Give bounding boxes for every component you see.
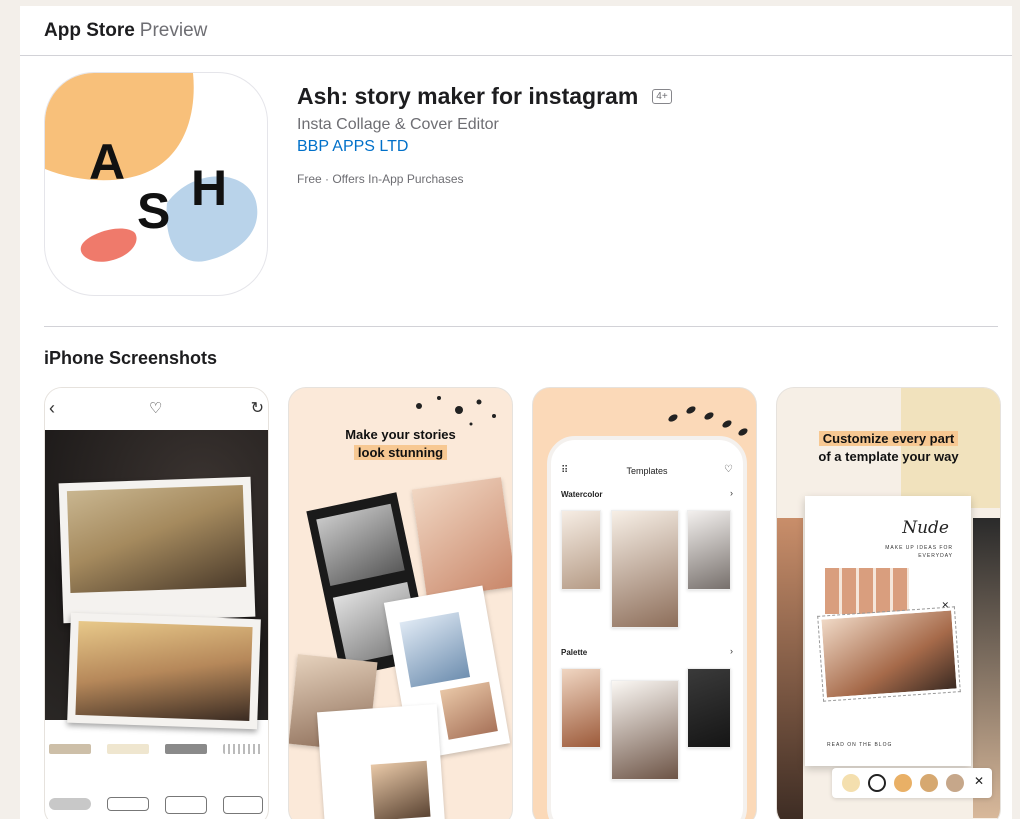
palette-section-label: Palette	[561, 648, 588, 657]
shape-sticker	[165, 796, 207, 814]
color-palette-bar[interactable]: ✕	[832, 768, 992, 798]
shot4-caption-line2: of a template your way	[818, 449, 959, 464]
template-thumbnail[interactable]	[561, 668, 601, 748]
heart-icon[interactable]: ♡	[724, 464, 733, 475]
shot2-caption-line2: look stunning	[353, 445, 448, 460]
screenshots-section-title: iPhone Screenshots	[44, 348, 218, 368]
polaroid-photo-1	[58, 476, 256, 624]
developer-link[interactable]: BBP APPS LTD	[297, 138, 408, 156]
shot4-caption: Customize every part of a template your …	[777, 430, 1000, 466]
color-swatch[interactable]	[894, 774, 912, 792]
app-info: Ash: story maker for instagram 4+ Insta …	[297, 72, 672, 296]
makeup-swatch-photo	[825, 568, 909, 614]
shape-sticker	[223, 796, 263, 814]
side-photo-left	[777, 518, 803, 819]
top-header: App Store Preview	[20, 6, 1012, 56]
back-arrow-icon: ‹	[49, 398, 55, 418]
poster-title: Nude	[902, 518, 949, 538]
template-thumbnail[interactable]	[687, 668, 731, 748]
editor-canvas	[45, 430, 268, 730]
color-swatch[interactable]	[946, 774, 964, 792]
color-swatch[interactable]	[920, 774, 938, 792]
screenshot-2[interactable]: Make your stories look stunning	[288, 387, 513, 819]
icon-letter-s: S	[137, 183, 170, 239]
portrait-photo	[817, 606, 961, 702]
close-icon[interactable]: ✕	[941, 600, 949, 611]
app-subtitle: Insta Collage & Cover Editor	[297, 116, 499, 133]
tape-sticker	[223, 744, 263, 754]
price-line: Free · Offers In-App Purchases	[297, 172, 464, 186]
app-icon: A S H	[44, 72, 268, 296]
screenshot-1[interactable]: ‹ ♡ ↻	[44, 387, 269, 819]
templates-screen-title: Templates	[626, 466, 668, 476]
tape-sticker	[107, 744, 149, 754]
chevron-right-icon[interactable]: ›	[730, 488, 733, 498]
shot2-caption-line1: Make your stories	[345, 427, 456, 442]
refresh-icon: ↻	[250, 400, 264, 417]
template-thumbnail[interactable]	[561, 510, 601, 590]
watercolor-section-label: Watercolor	[561, 490, 603, 499]
chevron-right-icon[interactable]: ›	[730, 646, 733, 656]
polaroid-photo-2	[67, 612, 261, 730]
tape-sticker	[165, 744, 207, 754]
template-thumbnail[interactable]	[611, 680, 679, 780]
app-store-brand[interactable]: App Store	[44, 20, 135, 42]
tape-sticker	[49, 744, 91, 754]
heart-icon: ♡	[149, 400, 163, 417]
screenshot-4[interactable]: Customize every part of a template your …	[776, 387, 1001, 819]
template-poster: Nude MAKE UP IDEAS FOR EVERYDAY ✕ READ O…	[805, 496, 971, 766]
template-thumbnail[interactable]	[687, 510, 731, 590]
template-thumbnail[interactable]	[611, 510, 679, 628]
close-palette-icon[interactable]: ✕	[974, 774, 984, 788]
shot4-caption-line1: Customize every part	[818, 431, 959, 446]
template-card	[316, 703, 446, 819]
color-swatch-selected[interactable]	[868, 774, 886, 792]
screenshot-3[interactable]: ⠿ Templates ♡ Watercolor › Palette ›	[532, 387, 757, 819]
section-divider	[44, 326, 998, 327]
shape-sticker	[49, 798, 91, 810]
editor-topbar: ‹ ♡ ↻	[45, 388, 268, 430]
color-swatch[interactable]	[842, 774, 860, 792]
screenshots-gallery[interactable]: ‹ ♡ ↻ Make your stories look stunning ⠿ …	[44, 387, 1001, 819]
phone-frame: ⠿ Templates ♡ Watercolor › Palette ›	[547, 436, 747, 819]
age-rating-badge: 4+	[652, 89, 672, 104]
app-title: Ash: story maker for instagram	[297, 83, 639, 109]
poster-footer: READ ON THE BLOG	[827, 742, 893, 748]
shape-sticker	[107, 797, 149, 811]
app-store-preview-page: App Store Preview A S H Ash: story maker…	[20, 6, 1012, 819]
poster-tagline: MAKE UP IDEAS FOR EVERYDAY	[885, 545, 953, 559]
app-header: A S H Ash: story maker for instagram 4+ …	[44, 72, 672, 296]
icon-letter-h: H	[191, 160, 227, 216]
icon-letter-a: A	[89, 134, 125, 190]
preview-label: Preview	[139, 19, 208, 41]
title-row: Ash: story maker for instagram 4+	[297, 83, 672, 110]
shot2-caption: Make your stories look stunning	[289, 426, 512, 462]
template-card	[411, 477, 512, 599]
ash-logo-icon: A S H	[45, 73, 258, 262]
